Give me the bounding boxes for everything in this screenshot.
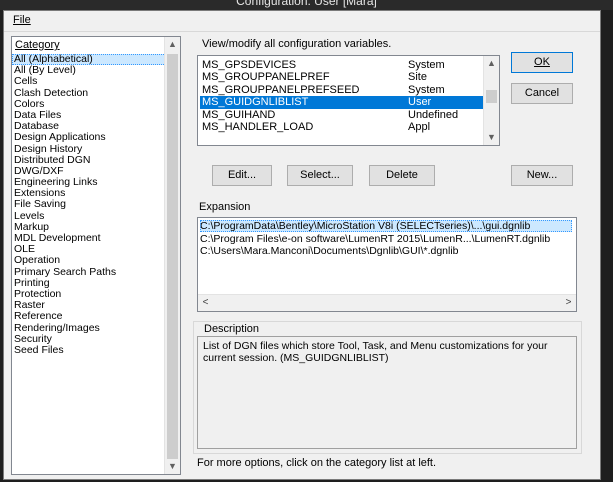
description-label: Description	[202, 323, 262, 335]
variable-name: MS_GUIHAND	[202, 108, 276, 121]
category-item[interactable]: Seed Files	[12, 344, 166, 356]
new-button[interactable]: New...	[511, 165, 573, 186]
menu-file-label: File	[13, 14, 31, 26]
category-header: Category	[15, 39, 60, 51]
ok-button-label: OK	[534, 56, 550, 68]
delete-button-label: Delete	[386, 169, 418, 181]
window-title: Configuration: User [Mara]	[236, 0, 377, 8]
category-item[interactable]: Design History	[12, 143, 166, 155]
expansion-row[interactable]: C:\Users\Mara.Manconi\Documents\Dgnlib\G…	[200, 245, 459, 257]
cancel-button[interactable]: Cancel	[511, 83, 573, 104]
category-item[interactable]: Operation	[12, 255, 166, 266]
variables-heading: View/modify all configuration variables.	[202, 38, 392, 50]
footer-hint: For more options, click on the category …	[197, 457, 437, 469]
variable-row[interactable]: MS_HANDLER_LOAD Appl	[200, 121, 483, 133]
scroll-down-icon[interactable]: ▼	[165, 459, 180, 474]
scroll-down-icon[interactable]: ▼	[484, 130, 499, 145]
edit-button[interactable]: Edit...	[212, 165, 272, 186]
variable-name: MS_GROUPPANELPREF	[202, 71, 330, 84]
variable-name: MS_GPSDEVICES	[202, 59, 297, 71]
description-text: List of DGN files which store Tool, Task…	[197, 336, 577, 449]
scroll-up-icon[interactable]: ▲	[484, 56, 499, 71]
category-item[interactable]: Cells	[12, 76, 166, 87]
category-list[interactable]: Category All (Alphabetical) All (By Level…	[11, 36, 181, 475]
category-item[interactable]: File Saving	[12, 199, 166, 210]
variable-level: User	[408, 96, 432, 109]
new-button-label: New...	[526, 169, 558, 181]
variable-level: System	[408, 59, 445, 71]
scroll-up-icon[interactable]: ▲	[165, 37, 180, 52]
scroll-thumb[interactable]	[486, 90, 497, 103]
variables-list[interactable]: MS_GPSDEVICES System MS_GROUPPANELPREF Site…	[197, 55, 500, 146]
scroll-right-icon[interactable]: >	[561, 295, 576, 311]
menu-bar: File	[4, 11, 600, 32]
category-scrollbar[interactable]: ▲ ▼	[164, 37, 180, 474]
variable-row[interactable]: MS_GROUPPANELPREF Site	[200, 71, 483, 83]
variable-name: MS_GROUPPANELPREFSEED	[202, 83, 360, 96]
expansion-list[interactable]: C:\ProgramData\Bentley\MicroStation V8i …	[197, 217, 577, 312]
edit-button-label: Edit...	[227, 169, 257, 181]
variable-name: MS_HANDLER_LOAD	[202, 121, 314, 133]
scroll-left-icon[interactable]: <	[198, 295, 213, 311]
category-item[interactable]: MDL Development	[12, 232, 166, 244]
select-button[interactable]: Select...	[287, 165, 353, 186]
select-button-label: Select...	[300, 169, 340, 181]
variable-row[interactable]: MS_GROUPPANELPREFSEED System	[200, 84, 483, 96]
expansion-row[interactable]: C:\Program Files\e-on software\LumenRT 2…	[200, 233, 550, 245]
category-items: All (Alphabetical) All (By Level) Cells Cla…	[12, 53, 166, 356]
configuration-dialog: File Category All (Alphabetical) All (By …	[3, 10, 601, 480]
variable-level: Appl	[408, 121, 431, 133]
scroll-thumb[interactable]	[167, 54, 178, 459]
delete-button[interactable]: Delete	[369, 165, 435, 186]
title-bar: Configuration: User [Mara]	[0, 0, 613, 10]
variable-level: Undefined	[408, 108, 459, 121]
ok-button[interactable]: OK	[511, 52, 573, 73]
variables-scrollbar[interactable]: ▲ ▼	[483, 56, 499, 145]
expansion-row[interactable]: C:\ProgramData\Bentley\MicroStation V8i …	[200, 220, 572, 232]
menu-file[interactable]: File	[13, 14, 31, 26]
expansion-hscrollbar[interactable]: < >	[198, 294, 576, 311]
variable-row[interactable]: MS_GPSDEVICES System	[200, 59, 483, 71]
category-item[interactable]: Design Applications	[12, 132, 166, 143]
category-item[interactable]: Rendering/Images	[12, 322, 166, 334]
variable-name: MS_GUIDGNLIBLIST	[202, 96, 309, 109]
expansion-label: Expansion	[199, 201, 251, 213]
category-item[interactable]: Reference	[12, 311, 166, 322]
variable-row[interactable]: MS_GUIDGNLIBLIST User	[200, 96, 483, 109]
variable-level: System	[408, 83, 445, 96]
variable-level: Site	[408, 71, 427, 84]
variable-row[interactable]: MS_GUIHAND Undefined	[200, 109, 483, 121]
